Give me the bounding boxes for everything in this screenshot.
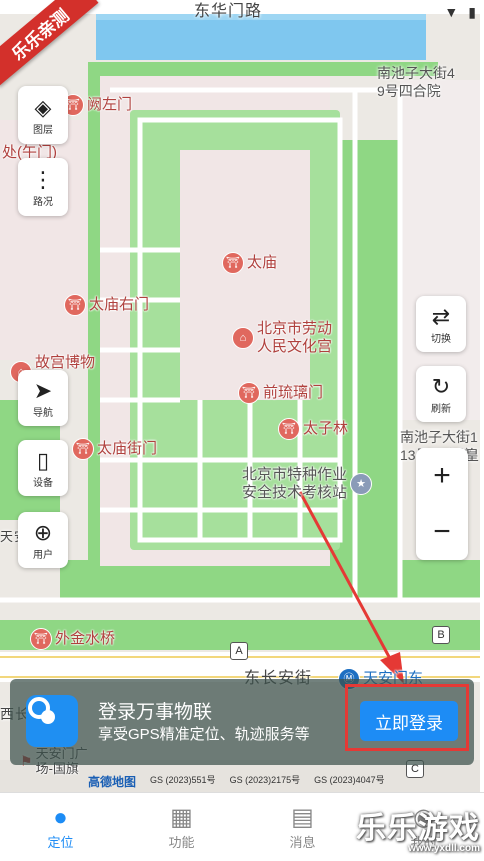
poi-taimiao[interactable]: ⛩ 太庙 (222, 252, 277, 274)
zoom-in-button[interactable]: + (416, 448, 468, 504)
transit-marker-b[interactable]: B (432, 626, 450, 644)
device-button[interactable]: ▯ 设备 (18, 440, 68, 496)
temple-pin-icon: ⛩ (64, 294, 86, 316)
address-label-top-right: 南池子大街4 9号四合院 (377, 65, 455, 99)
poi-taimiao-street-gate[interactable]: ⛩ 太庙街门 (72, 438, 157, 460)
battery-icon: ▮ (468, 4, 476, 20)
poi-safety-center[interactable]: 北京市特种作业 安全技术考核站 ★ (242, 466, 373, 502)
device-icon: ▯ (36, 447, 50, 473)
poi-taimiao-right-gate[interactable]: ⛩ 太庙右门 (64, 294, 149, 316)
temple-pin-icon: ⛩ (222, 252, 244, 274)
transit-marker-a[interactable]: A (230, 642, 248, 660)
location-pin-icon: ● (53, 803, 68, 831)
navigation-arrow-icon: ➤ (33, 377, 53, 403)
corner-watermark: 乐乐游戏 www.yxdll.com (356, 812, 480, 854)
swap-icon: ⇄ (431, 303, 451, 329)
street-label-top: 东华门路 (194, 3, 263, 20)
traffic-button[interactable]: ⋮ 路况 (18, 158, 68, 216)
poi-culture-palace[interactable]: ⌂ 北京市劳动 人民文化宫 (232, 320, 332, 356)
chat-icon: ▤ (291, 803, 314, 831)
tab-location[interactable]: ● 定位 (0, 793, 121, 861)
map-view[interactable]: 东华门路 东长安街 南池子大街4 9号四合院 南池子大街1 13号四合院 皇 ⛩… (0, 0, 484, 792)
poi-liulimen[interactable]: ⛩ 前琉璃门 (238, 382, 323, 404)
banner-subtitle: 享受GPS精准定位、轨迹服务等 (98, 726, 310, 743)
temple-pin-icon: ⛩ (72, 438, 94, 460)
grid-icon: ▦ (170, 803, 193, 831)
temple-pin-icon: ⛩ (238, 382, 260, 404)
wifi-icon: ▼ (444, 4, 459, 20)
link-logo-icon (28, 697, 55, 724)
annotation-highlight-box (345, 684, 469, 751)
amap-logo: 高德地图 (88, 775, 137, 789)
app-logo (26, 695, 78, 747)
poi-jinshui-bridge[interactable]: ⛩ 外金水桥 (30, 628, 115, 650)
tab-functions[interactable]: ▦ 功能 (121, 793, 242, 861)
tab-messages[interactable]: ▤ 消息 (242, 793, 363, 861)
temple-pin-icon: ⛩ (30, 628, 52, 650)
zoom-control: + − (416, 448, 468, 560)
navigate-button[interactable]: ➤ 导航 (18, 370, 68, 426)
layers-button[interactable]: ◈ 图层 (18, 86, 68, 144)
refresh-icon: ↻ (431, 373, 451, 399)
switch-button[interactable]: ⇄ 切换 (416, 296, 466, 352)
traffic-light-icon: ⋮ (32, 166, 54, 192)
crosshair-icon: ⊕ (33, 519, 53, 545)
poi-quezuomen[interactable]: ⛩ 阙左门 (62, 94, 132, 116)
temple-pin-icon: ⛩ (278, 418, 300, 440)
layers-icon: ◈ (34, 94, 52, 120)
status-bar: ▼ ▮ (444, 4, 476, 21)
banner-title: 登录万事物联 (98, 702, 213, 723)
star-pin-icon: ★ (350, 473, 373, 495)
museum-pin-icon: ⌂ (232, 327, 254, 349)
poi-taizilin[interactable]: ⛩ 太子林 (278, 418, 348, 440)
map-attribution: 高德地图 GS (2023)551号 GS (2023)2175号 GS (20… (88, 775, 385, 789)
zoom-out-button[interactable]: − (416, 504, 468, 560)
refresh-button[interactable]: ↻ 刷新 (416, 366, 466, 422)
user-button[interactable]: ⊕ 用户 (18, 512, 68, 568)
